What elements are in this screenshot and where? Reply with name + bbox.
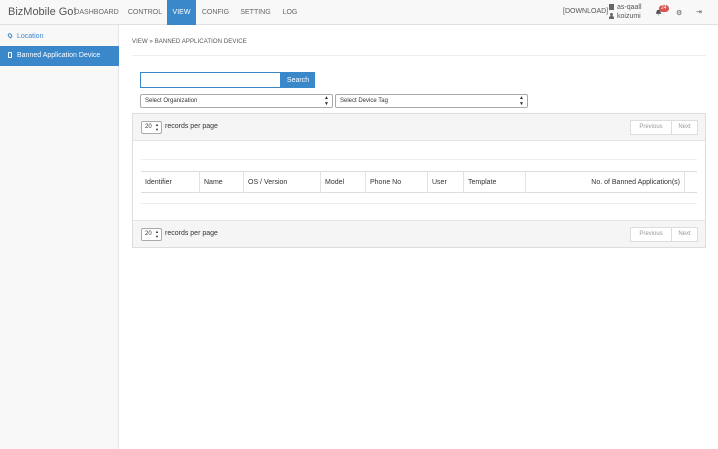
- nav-config[interactable]: CONFIG: [196, 0, 235, 25]
- divider: [132, 55, 706, 56]
- sidebar: Location Banned Application Device: [0, 25, 119, 449]
- device-tag-select-value: Select Device Tag: [340, 98, 388, 104]
- sign-out-icon[interactable]: ⇥: [696, 8, 702, 16]
- map-marker-icon: [6, 32, 14, 39]
- user-icon: [609, 13, 614, 19]
- download-link[interactable]: [DOWNLOAD]: [563, 8, 608, 15]
- divider: [141, 203, 697, 204]
- column-header-model[interactable]: Model: [321, 172, 366, 193]
- sidebar-item-label: Location: [17, 33, 44, 40]
- mobile-icon: [8, 52, 12, 58]
- divider: [141, 159, 697, 160]
- table-header: Identifier Name OS / Version Model Phone…: [141, 171, 697, 193]
- organization-select[interactable]: Select Organization ▲ ▼: [140, 94, 333, 108]
- column-header-name[interactable]: Name: [200, 172, 244, 193]
- select-arrows-icon: ▲ ▼: [155, 122, 159, 132]
- nav-control[interactable]: CONTROL: [123, 0, 167, 25]
- breadcrumb: VIEW » BANNED APPLICATION DEVICE: [132, 39, 247, 45]
- column-header-template[interactable]: Template: [464, 172, 526, 193]
- account-info[interactable]: as-qaall koizumi: [609, 3, 642, 21]
- table-toolbar-top: 20 ▲ ▼ records per page Previous Next: [133, 114, 705, 141]
- nav-dashboard[interactable]: DASHBOARD: [70, 0, 123, 25]
- records-per-page-label: records per page: [165, 123, 218, 130]
- search-input[interactable]: [140, 72, 281, 88]
- nav-log[interactable]: LOG: [276, 0, 304, 25]
- sidebar-item-location[interactable]: Location: [0, 27, 119, 46]
- nav-setting[interactable]: SETTING: [235, 0, 276, 25]
- device-tag-select[interactable]: Select Device Tag ▲ ▼: [335, 94, 528, 108]
- next-button[interactable]: Next: [671, 227, 698, 242]
- select-arrows-icon: ▲ ▼: [324, 95, 329, 107]
- user-name: koizumi: [617, 13, 641, 20]
- previous-button[interactable]: Previous: [630, 227, 672, 242]
- sidebar-item-banned-application-device[interactable]: Banned Application Device: [0, 46, 119, 66]
- building-icon: [609, 4, 614, 10]
- column-header-identifier[interactable]: Identifier: [141, 172, 200, 193]
- column-header-os-version[interactable]: OS / Version: [244, 172, 321, 193]
- brand-logo[interactable]: BizMobile Go!: [8, 6, 76, 18]
- previous-button[interactable]: Previous: [630, 120, 672, 135]
- gear-icon[interactable]: ⚙: [676, 9, 682, 17]
- select-arrows-icon: ▲ ▼: [519, 95, 524, 107]
- records-per-page-select[interactable]: 20 ▲ ▼: [141, 121, 162, 134]
- records-per-page-value: 20: [145, 124, 152, 130]
- account-name: as-qaall: [617, 4, 642, 11]
- column-header-phone-no[interactable]: Phone No: [366, 172, 428, 193]
- notification-badge: 24: [659, 5, 669, 12]
- records-per-page-select[interactable]: 20 ▲ ▼: [141, 228, 162, 241]
- search-button[interactable]: Search: [281, 72, 315, 88]
- results-panel: 20 ▲ ▼ records per page Previous Next Ide…: [132, 113, 706, 248]
- column-header-banned-applications[interactable]: No. of Banned Application(s): [526, 172, 685, 193]
- next-button[interactable]: Next: [671, 120, 698, 135]
- column-header-user[interactable]: User: [428, 172, 464, 193]
- records-per-page-value: 20: [145, 231, 152, 237]
- nav-view[interactable]: VIEW: [167, 0, 196, 25]
- organization-select-value: Select Organization: [145, 98, 198, 104]
- top-navbar: BizMobile Go! DASHBOARD CONTROL VIEW CON…: [0, 0, 718, 25]
- select-arrows-icon: ▲ ▼: [155, 229, 159, 239]
- records-per-page-label: records per page: [165, 230, 218, 237]
- table-toolbar-bottom: 20 ▲ ▼ records per page Previous Next: [133, 220, 705, 247]
- sidebar-item-label: Banned Application Device: [17, 52, 101, 59]
